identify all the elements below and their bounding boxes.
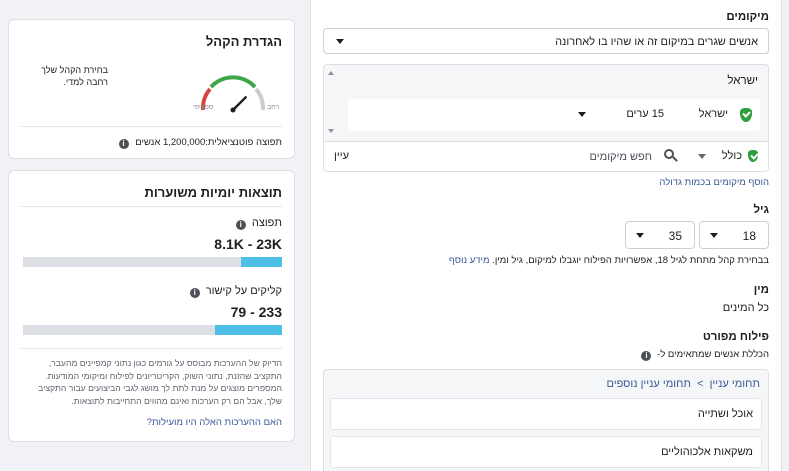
include-dropdown[interactable]: כולל [698, 150, 742, 164]
browse-locations-button[interactable]: עיין [334, 150, 349, 162]
location-country-heading: ישראל [727, 75, 758, 87]
info-icon[interactable]: i [641, 351, 652, 361]
audience-card-divider [21, 126, 282, 127]
targeting-panel: מיקומים אנשים שגרים במיקום זה או שהיו בו… [310, 0, 782, 471]
gauge-needle [231, 96, 247, 112]
estimates-feedback-link[interactable]: האם ההערכות האלה היו מועילות? [147, 417, 282, 428]
gauge-pivot [230, 107, 236, 113]
breadcrumb-interests[interactable]: תחומי עניין [710, 378, 760, 390]
scroll-down-icon[interactable] [328, 129, 334, 133]
chevron-down-icon [578, 112, 586, 117]
age-learn-more-link[interactable]: מידע נוסף [449, 255, 490, 266]
location-item-israel[interactable]: ישראל 15 ערים [348, 99, 760, 131]
detailed-targeting-label: פילוח מפורט [702, 331, 769, 343]
age-note-text: בבחירת קהל מתחת לגיל 18, אפשרויות הפילוח… [492, 255, 769, 266]
audience-description-line2: רחבה למדי. [63, 77, 108, 87]
audience-description-line1: בחירת הקהל שלך [41, 65, 108, 75]
selected-locations-box: ישראל ישראל 15 ערים [323, 64, 769, 142]
location-search-row: כולל עיין [323, 142, 769, 172]
clicks-metric-value: 233 - 79 [230, 304, 282, 320]
add-bulk-locations-link[interactable]: הוסף מיקומים בכמות גדולה [659, 177, 769, 188]
location-radius-value: 15 ערים [626, 108, 664, 120]
detailed-include-note: הכללת אנשים שמתאימים ל- [657, 349, 769, 360]
reach-metric-value: 8.1K - 23K [214, 236, 282, 252]
reach-metric-label: תפוצה [251, 217, 282, 229]
interest-item-label: משקאות אלכוהוליים [661, 446, 753, 458]
results-card-title: תוצאות יומיות משוערות [144, 185, 282, 200]
audience-description: בחירת הקהל שלך רחבה למדי. [41, 64, 108, 88]
estimates-disclaimer: הדיוק של ההערכות מבוסס על גורמים כגון נת… [21, 357, 282, 407]
potential-reach-text: תפוצה פוטנציאלית:1,200,000 אנשים [135, 137, 282, 148]
reach-bar-fill [240, 257, 282, 267]
age-min-value: 18 [742, 229, 756, 243]
audience-card-title: הגדרת הקהל [205, 34, 282, 49]
disclaimer-line: שלך, אבל הם רק הערכות ואינם מהווים התחיי… [71, 395, 282, 406]
disclaimer-line: הדיוק של ההערכות מבוסס על גורמים כגון נת… [48, 358, 282, 368]
age-restriction-note: בבחירת קהל מתחת לגיל 18, אפשרויות הפילוח… [449, 255, 769, 266]
info-icon[interactable]: i [189, 288, 200, 298]
audience-definition-card: הגדרת הקהל בחירת הקהל שלך רחבה למדי. ספצ… [8, 19, 295, 159]
reach-bar-track [23, 257, 282, 267]
include-label: כולל [721, 150, 742, 162]
estimated-results-card: תוצאות יומיות משוערות תפוצה i 8.1K - 23K… [8, 170, 295, 442]
breadcrumb-separator: > [697, 378, 704, 390]
location-radius-dropdown[interactable]: 15 ערים [578, 108, 664, 122]
age-min-dropdown[interactable]: 18 [699, 221, 769, 249]
interest-item[interactable]: אוכל ושתייה [330, 398, 762, 430]
clicks-bar-fill [214, 325, 282, 335]
scroll-up-icon[interactable] [328, 71, 334, 75]
info-icon[interactable]: i [235, 220, 246, 230]
gender-value[interactable]: כל המינים [723, 302, 769, 314]
shield-check-icon [740, 108, 752, 122]
breadcrumb-additional-interests[interactable]: תחומי עניין נוספים [606, 378, 691, 390]
location-type-value: אנשים שגרים במיקום זה או שהיו בו לאחרונה [555, 36, 758, 48]
chevron-down-icon [710, 233, 718, 238]
shield-check-icon [748, 150, 758, 162]
gauge-right-label: רחב [267, 104, 280, 111]
locations-label: מיקומים [726, 11, 769, 23]
interest-breadcrumb: תחומי עניין > תחומי עניין נוספים [606, 378, 760, 390]
age-label: גיל [753, 204, 769, 216]
interest-item-label: אוכל ושתייה [697, 408, 753, 420]
gauge-arc-green [209, 75, 257, 89]
reach-metric-label-row: תפוצה i [235, 217, 282, 230]
disclaimer-line: המספרים מוצגים על מנת לתת לך מושג לגבי ה… [38, 383, 282, 393]
disclaimer-line: התקציב שהזנת, נתוני השוק, הקריטריונים לפ… [45, 370, 282, 381]
clicks-metric-label-row: קליקים על קישור i [189, 285, 282, 298]
chevron-down-icon [636, 233, 644, 238]
interest-item[interactable]: משקאות אלכוהוליים [330, 436, 762, 468]
info-icon[interactable]: i [118, 139, 129, 149]
results-card-divider-bottom [21, 348, 282, 349]
detailed-targeting-box: תחומי עניין > תחומי עניין נוספים אוכל וש… [323, 369, 769, 471]
location-item-name: ישראל [698, 108, 728, 120]
chevron-down-icon [698, 154, 706, 159]
results-card-divider-top [21, 206, 282, 207]
detailed-include-note-row: הכללת אנשים שמתאימים ל- i [641, 349, 769, 361]
age-max-value: 35 [668, 229, 682, 243]
clicks-metric-label: קליקים על קישור [205, 285, 282, 297]
gender-label: מין [753, 284, 769, 296]
potential-reach-row: תפוצה פוטנציאלית:1,200,000 אנשים i [118, 137, 282, 149]
clicks-bar-track [23, 325, 282, 335]
chevron-down-icon [336, 39, 344, 44]
gauge-left-label: ספציפי [193, 104, 214, 111]
location-search-input[interactable] [424, 148, 652, 166]
age-max-dropdown[interactable]: 35 [625, 221, 695, 249]
search-icon [664, 149, 674, 159]
gauge-arc-grey [254, 87, 266, 111]
location-type-dropdown[interactable]: אנשים שגרים במיקום זה או שהיו בו לאחרונה [323, 28, 769, 54]
